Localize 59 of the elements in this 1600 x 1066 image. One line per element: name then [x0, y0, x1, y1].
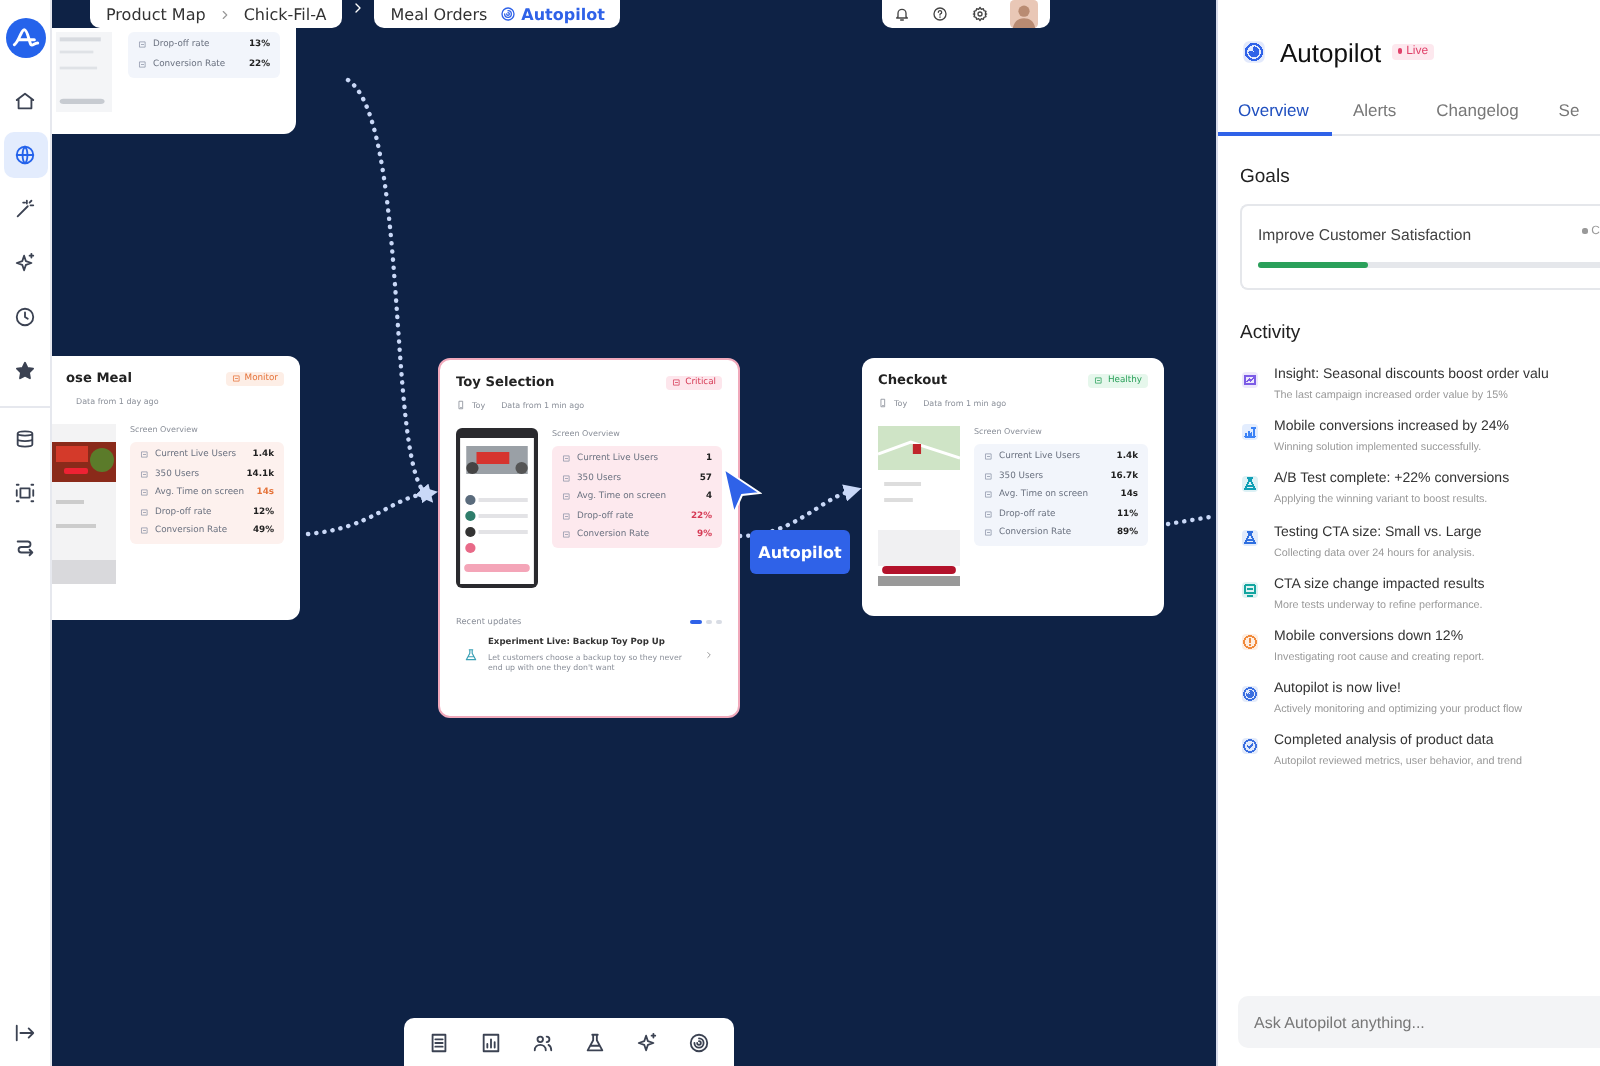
clock-icon[interactable]	[14, 306, 36, 328]
screen-card[interactable]	[438, 358, 740, 718]
logo-icon[interactable]	[5, 18, 45, 58]
help-icon[interactable]	[932, 5, 949, 21]
sparkle-icon[interactable]	[14, 252, 36, 274]
metric-icon	[140, 450, 149, 460]
phone-icon	[878, 398, 888, 408]
breadcrumb-link[interactable]: Autopilot	[521, 5, 605, 23]
chevron-icon	[704, 650, 714, 661]
metric-icon	[138, 59, 147, 69]
database-icon[interactable]	[14, 428, 36, 450]
collapse-icon[interactable]	[14, 1022, 36, 1044]
breadcrumb-link[interactable]: Product Map	[106, 5, 206, 23]
flask-icon	[464, 648, 478, 663]
ask-input[interactable]: Ask Autopilot anything...	[1238, 996, 1600, 1048]
metric-icon	[984, 509, 993, 519]
section-title: Goals	[1238, 166, 1292, 188]
globe-icon[interactable]	[14, 144, 36, 166]
home-icon[interactable]	[14, 90, 36, 112]
flow-label: Autopilot	[750, 530, 850, 574]
status-icon	[1094, 375, 1104, 385]
connector-arrow	[737, 484, 862, 539]
metric-icon	[984, 528, 993, 538]
tab[interactable]: Se	[1538, 92, 1600, 136]
phone-icon	[456, 400, 466, 410]
metric-icon	[984, 452, 993, 462]
metric-icon	[562, 530, 571, 540]
wand-icon[interactable]	[14, 198, 36, 220]
spiral-icon	[1238, 36, 1270, 68]
avatar[interactable]	[1010, 0, 1039, 27]
status-icon	[672, 377, 682, 387]
metric-icon	[562, 473, 571, 483]
section-title: Activity	[1238, 322, 1303, 344]
sidebar-item[interactable]	[3, 132, 47, 178]
metric-icon	[984, 490, 993, 500]
metric-icon	[140, 488, 149, 498]
panel-title: Autopilot	[1280, 37, 1382, 67]
tab[interactable]: Alerts	[1332, 92, 1417, 136]
frame-icon[interactable]	[14, 482, 36, 504]
flow-icon[interactable]	[14, 536, 36, 558]
gear-icon[interactable]	[971, 5, 988, 21]
breadcrumb-link[interactable]: Meal Orders	[390, 5, 488, 23]
metric-icon	[140, 469, 149, 479]
spiral-icon	[499, 6, 516, 22]
status-icon	[231, 373, 241, 383]
connector-line	[1165, 513, 1216, 527]
metric-icon	[138, 40, 147, 50]
metric-icon	[562, 454, 571, 464]
metric-icon	[140, 507, 149, 517]
chevron-icon	[217, 7, 232, 21]
tab[interactable]: Overview	[1218, 92, 1333, 136]
metric-icon	[562, 511, 571, 521]
bell-icon[interactable]	[893, 5, 910, 21]
metric-icon	[984, 471, 993, 481]
star-icon[interactable]	[14, 360, 36, 382]
metric-icon	[140, 526, 149, 536]
metric-icon	[562, 492, 571, 502]
tab[interactable]: Changelog	[1416, 92, 1539, 136]
breadcrumb-link[interactable]: Chick-Fil-A	[243, 5, 327, 23]
